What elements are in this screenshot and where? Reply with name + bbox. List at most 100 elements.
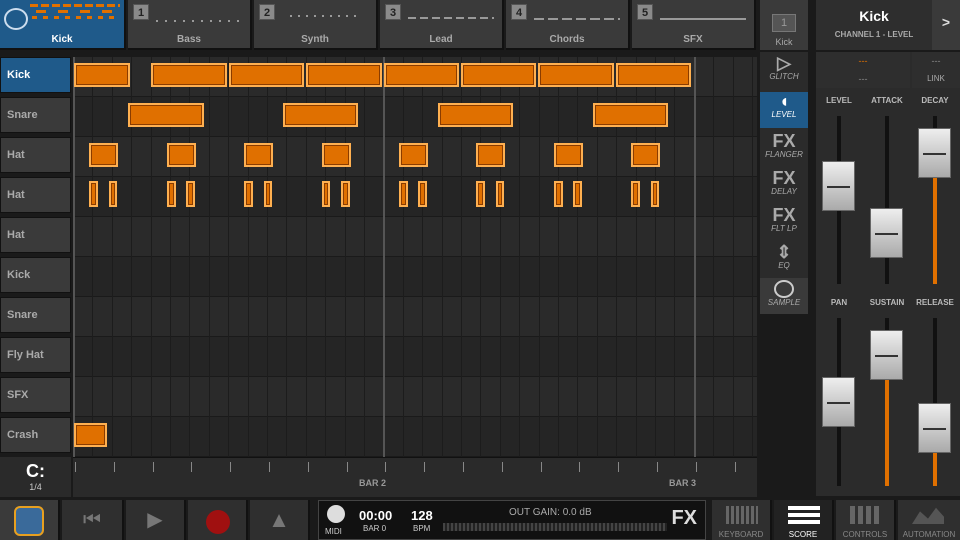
fx-label: LEVEL bbox=[771, 110, 797, 119]
note-block[interactable] bbox=[538, 63, 614, 87]
fx-flanger[interactable]: FX FLANGER bbox=[760, 132, 808, 168]
note-block[interactable] bbox=[383, 63, 459, 87]
track-tab-kick[interactable]: Kick bbox=[0, 0, 126, 50]
fx-button[interactable]: FX bbox=[671, 507, 697, 530]
slider-pan[interactable]: PAN bbox=[816, 298, 862, 488]
step-grid[interactable] bbox=[73, 57, 757, 457]
slider-handle[interactable] bbox=[870, 208, 903, 259]
note-block[interactable] bbox=[321, 181, 331, 207]
channel-title: Kick bbox=[859, 8, 889, 24]
track-tab-chords[interactable]: 4 Chords bbox=[506, 0, 630, 50]
instrument-hat[interactable]: Hat bbox=[0, 217, 71, 253]
fx-eq[interactable]: ⇕ EQ bbox=[760, 243, 808, 279]
note-block[interactable] bbox=[476, 143, 506, 167]
fx-delay[interactable]: FX DELAY bbox=[760, 169, 808, 205]
slider-attack[interactable]: ATTACK bbox=[864, 96, 910, 286]
slider-handle[interactable] bbox=[822, 377, 855, 427]
channel-badge[interactable]: 1 Kick bbox=[760, 0, 808, 50]
instrument-hat[interactable]: Hat bbox=[0, 177, 71, 213]
slider-decay[interactable]: DECAY bbox=[912, 96, 958, 286]
note-block[interactable] bbox=[128, 103, 204, 127]
slider-handle[interactable] bbox=[918, 402, 951, 453]
note-block[interactable] bbox=[166, 181, 176, 207]
note-block[interactable] bbox=[631, 143, 661, 167]
note-block[interactable] bbox=[341, 181, 350, 207]
metronome-button[interactable]: ▲ bbox=[250, 500, 310, 540]
note-block[interactable] bbox=[108, 181, 118, 207]
ruler-tick bbox=[347, 462, 348, 472]
track-tab-bass[interactable]: 1 Bass bbox=[128, 0, 252, 50]
note-block[interactable] bbox=[399, 143, 429, 167]
instrument-snare[interactable]: Snare bbox=[0, 97, 71, 133]
track-tab-lead[interactable]: 3 Lead bbox=[380, 0, 504, 50]
slider-handle[interactable] bbox=[870, 329, 903, 380]
slider-handle[interactable] bbox=[918, 127, 951, 178]
track-number: 4 bbox=[511, 4, 527, 20]
view-label: AUTOMATION bbox=[902, 530, 956, 539]
note-block[interactable] bbox=[437, 103, 514, 127]
quantize-value: 1/4 bbox=[29, 482, 42, 492]
slider-handle[interactable] bbox=[822, 160, 855, 211]
view-automation[interactable]: AUTOMATION bbox=[898, 500, 960, 540]
ruler-tick bbox=[153, 462, 154, 472]
play-button[interactable]: ▶ bbox=[126, 500, 186, 540]
note-block[interactable] bbox=[321, 143, 351, 167]
timeline-ruler[interactable]: BAR 2 BAR 3 bbox=[73, 457, 757, 497]
note-block[interactable] bbox=[399, 181, 408, 207]
note-block[interactable] bbox=[615, 63, 692, 87]
note-block[interactable] bbox=[244, 181, 253, 207]
note-block[interactable] bbox=[282, 103, 359, 127]
note-block[interactable] bbox=[476, 181, 486, 207]
note-block[interactable] bbox=[166, 143, 196, 167]
view-controls[interactable]: CONTROLS bbox=[836, 500, 896, 540]
note-block[interactable] bbox=[495, 181, 505, 207]
slider-level[interactable]: LEVEL bbox=[816, 96, 862, 286]
instrument-kick[interactable]: Kick bbox=[0, 57, 71, 93]
note-block[interactable] bbox=[74, 63, 131, 87]
quantize-button[interactable]: C: 1/4 bbox=[0, 457, 71, 497]
note-block[interactable] bbox=[553, 181, 563, 207]
rewind-button[interactable]: ⏮ bbox=[62, 500, 124, 540]
track-name: Kick bbox=[51, 34, 73, 45]
fx-level[interactable]: ◖ LEVEL bbox=[760, 92, 808, 128]
slider-sustain[interactable]: SUSTAIN bbox=[864, 298, 910, 488]
note-block[interactable] bbox=[74, 423, 107, 447]
track-number: 3 bbox=[385, 4, 401, 20]
note-block[interactable] bbox=[151, 63, 227, 87]
record-button[interactable] bbox=[188, 500, 248, 540]
note-block[interactable] bbox=[186, 181, 195, 207]
fx-glitch[interactable]: ▷ GLITCH bbox=[760, 54, 808, 90]
note-block[interactable] bbox=[631, 181, 640, 207]
instrument-snare[interactable]: Snare bbox=[0, 297, 71, 333]
track-tab-sfx[interactable]: 5 SFX bbox=[632, 0, 756, 50]
view-keyboard[interactable]: KEYBOARD bbox=[712, 500, 772, 540]
note-block[interactable] bbox=[461, 63, 537, 87]
link-button[interactable]: --- LINK bbox=[912, 52, 960, 88]
next-channel-button[interactable]: > bbox=[932, 0, 960, 50]
instrument-kick[interactable]: Kick bbox=[0, 257, 71, 293]
note-block[interactable] bbox=[573, 181, 582, 207]
instrument-fly-hat[interactable]: Fly Hat bbox=[0, 337, 71, 373]
note-block[interactable] bbox=[553, 143, 583, 167]
drum-kit-icon bbox=[4, 8, 28, 30]
sample-icon bbox=[774, 280, 794, 298]
note-block[interactable] bbox=[244, 143, 274, 167]
note-block[interactable] bbox=[263, 181, 273, 207]
note-block[interactable] bbox=[650, 181, 660, 207]
instrument-crash[interactable]: Crash bbox=[0, 417, 71, 453]
fx-sample[interactable]: SAMPLE bbox=[760, 278, 808, 314]
note-block[interactable] bbox=[592, 103, 668, 127]
note-block[interactable] bbox=[89, 143, 119, 167]
note-block[interactable] bbox=[89, 181, 99, 207]
note-block[interactable] bbox=[306, 63, 382, 87]
track-tab-synth[interactable]: 2 Synth bbox=[254, 0, 378, 50]
app-logo-button[interactable] bbox=[0, 500, 60, 540]
grid-line bbox=[403, 57, 404, 457]
fx-flt-lp[interactable]: FX FLT LP bbox=[760, 206, 808, 242]
slider-release[interactable]: RELEASE bbox=[912, 298, 958, 488]
note-block[interactable] bbox=[418, 181, 428, 207]
instrument-hat[interactable]: Hat bbox=[0, 137, 71, 173]
instrument-sfx[interactable]: SFX bbox=[0, 377, 71, 413]
note-block[interactable] bbox=[228, 63, 305, 87]
view-score[interactable]: SCORE bbox=[774, 500, 834, 540]
